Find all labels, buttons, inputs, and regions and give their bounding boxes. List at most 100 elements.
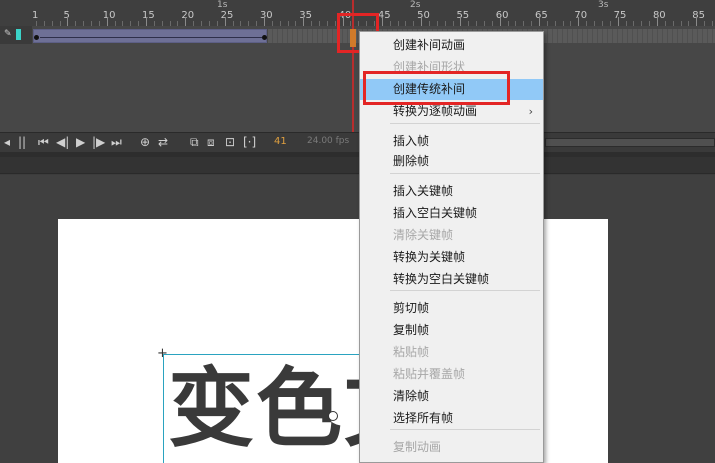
- ruler-tick: [318, 21, 320, 26]
- ruler-tick: [586, 21, 588, 26]
- second-label-2s: 2s: [410, 0, 421, 10]
- menu-item-label: 粘贴并覆盖帧: [393, 367, 466, 381]
- ruler-tick: [617, 17, 619, 26]
- ruler-tick: [594, 21, 596, 26]
- menu-item[interactable]: 粘贴并覆盖帧: [360, 364, 543, 385]
- menu-item[interactable]: 复制动画: [360, 437, 543, 458]
- menu-separator: [390, 290, 540, 291]
- ruler-tick: [696, 17, 698, 26]
- menu-item[interactable]: 创建补间动画: [360, 35, 543, 56]
- ruler-tick: [326, 21, 328, 26]
- second-label-1s: 1s: [217, 0, 228, 10]
- frame-number: 45: [377, 10, 391, 21]
- ruler-tick: [59, 21, 61, 26]
- ruler-tick: [256, 21, 258, 26]
- ruler-tick: [578, 17, 580, 26]
- frame-number: 25: [220, 10, 234, 21]
- menu-item-label: 插入空白关键帧: [393, 206, 478, 220]
- ruler-tick: [389, 21, 391, 26]
- ruler-tick: [83, 21, 85, 26]
- onion-markers-icon[interactable]: [·]: [243, 135, 256, 149]
- frame-number: 15: [142, 10, 155, 21]
- ruler-tick: [633, 21, 635, 26]
- menu-item-label: 转换为空白关键帧: [393, 272, 490, 286]
- ruler-tick: [311, 21, 313, 26]
- ruler-tick: [130, 21, 132, 26]
- onion-outline-icon[interactable]: ⧈: [207, 135, 215, 150]
- ruler-tick: [122, 21, 124, 26]
- loop-icon[interactable]: ⇄: [158, 135, 168, 149]
- ruler-tick: [67, 17, 69, 26]
- transform-point-icon[interactable]: [328, 411, 338, 421]
- menu-item-label: 插入关键帧: [393, 184, 454, 198]
- ruler-tick: [570, 21, 572, 26]
- menu-item-label: 转换为逐帧动画: [393, 104, 478, 118]
- ruler-tick: [138, 21, 140, 26]
- menu-item-label: 删除帧: [393, 154, 430, 168]
- menu-item[interactable]: 插入空白关键帧: [360, 203, 543, 224]
- menu-item-label: 复制动画: [393, 440, 442, 454]
- frame-number: 50: [417, 10, 430, 21]
- frame-number: 20: [181, 10, 195, 21]
- timeline-panel: 1s 2s 3s 1 5 10 15 20 25 30 35 40 45 50 55 60 65 70 75 8…: [0, 0, 715, 152]
- edit-multiple-icon[interactable]: ⊡: [225, 135, 235, 149]
- ruler-tick: [546, 21, 548, 26]
- go-last-icon[interactable]: ⏭: [111, 135, 122, 150]
- ruler-tick: [98, 21, 100, 26]
- ruler-tick: [609, 21, 611, 26]
- menu-item[interactable]: 复制帧: [360, 320, 543, 341]
- ruler-tick: [287, 21, 289, 26]
- tween-span[interactable]: [33, 29, 267, 43]
- fps-readout[interactable]: 24.00 fps: [307, 136, 349, 146]
- layer-controls[interactable]: ✎: [0, 26, 32, 44]
- step-forward-icon[interactable]: |▶: [92, 135, 105, 149]
- ruler-tick: [43, 21, 45, 26]
- ruler-tick: [539, 17, 541, 26]
- center-frame-icon[interactable]: ⊕: [140, 135, 150, 149]
- frame-number: 30: [259, 10, 273, 21]
- ruler-tick: [491, 21, 493, 26]
- ruler-tick: [625, 21, 627, 26]
- play-icon[interactable]: ▶: [76, 135, 85, 149]
- menu-item[interactable]: 转换为空白关键帧: [360, 269, 543, 290]
- keyframe-end[interactable]: [262, 35, 267, 40]
- ruler-tick: [680, 21, 682, 26]
- ruler-tick: [240, 21, 242, 26]
- menu-item[interactable]: 选择所有帧: [360, 408, 543, 429]
- layer-color-icon[interactable]: [16, 29, 21, 40]
- menu-item[interactable]: 插入帧: [360, 131, 543, 152]
- ruler-tick: [224, 17, 226, 26]
- frame-number: 1: [32, 10, 39, 21]
- ruler-tick: [601, 21, 603, 26]
- current-frame-readout[interactable]: 41: [274, 136, 287, 147]
- ruler-tick: [452, 21, 454, 26]
- ruler-tick: [51, 21, 53, 26]
- ruler-tick: [106, 17, 108, 26]
- ruler-tick: [507, 21, 509, 26]
- menu-item[interactable]: 粘贴帧: [360, 342, 543, 363]
- frame-number: 80: [652, 10, 666, 21]
- frame-number: 35: [299, 10, 312, 21]
- ruler-tick: [515, 21, 517, 26]
- second-label-3s: 3s: [598, 0, 609, 10]
- menu-item[interactable]: 转换为关键帧: [360, 247, 543, 268]
- ruler-tick: [91, 21, 93, 26]
- pencil-icon[interactable]: ✎: [4, 29, 12, 39]
- menu-item[interactable]: 删除帧: [360, 151, 543, 172]
- step-back-icon[interactable]: ◀|: [56, 135, 69, 149]
- go-first-icon[interactable]: ⏮: [38, 135, 49, 150]
- menu-item[interactable]: 清除帧: [360, 386, 543, 407]
- menu-item[interactable]: 插入关键帧: [360, 181, 543, 202]
- ruler-tick: [36, 21, 37, 26]
- timeline-scrollbar[interactable]: [545, 138, 715, 147]
- onion-skin-icon[interactable]: ⧉: [190, 135, 199, 150]
- ruler-tick: [334, 21, 336, 26]
- menu-item[interactable]: 清除关键帧: [360, 225, 543, 246]
- ruler-tick: [303, 17, 305, 26]
- frame-number: 70: [574, 10, 588, 21]
- ruler-tick: [169, 21, 171, 26]
- collapse-icon[interactable]: ◂: [4, 135, 10, 149]
- ruler-tick: [468, 21, 470, 26]
- menu-item[interactable]: 剪切帧: [360, 298, 543, 319]
- keyframe-start[interactable]: [34, 35, 39, 40]
